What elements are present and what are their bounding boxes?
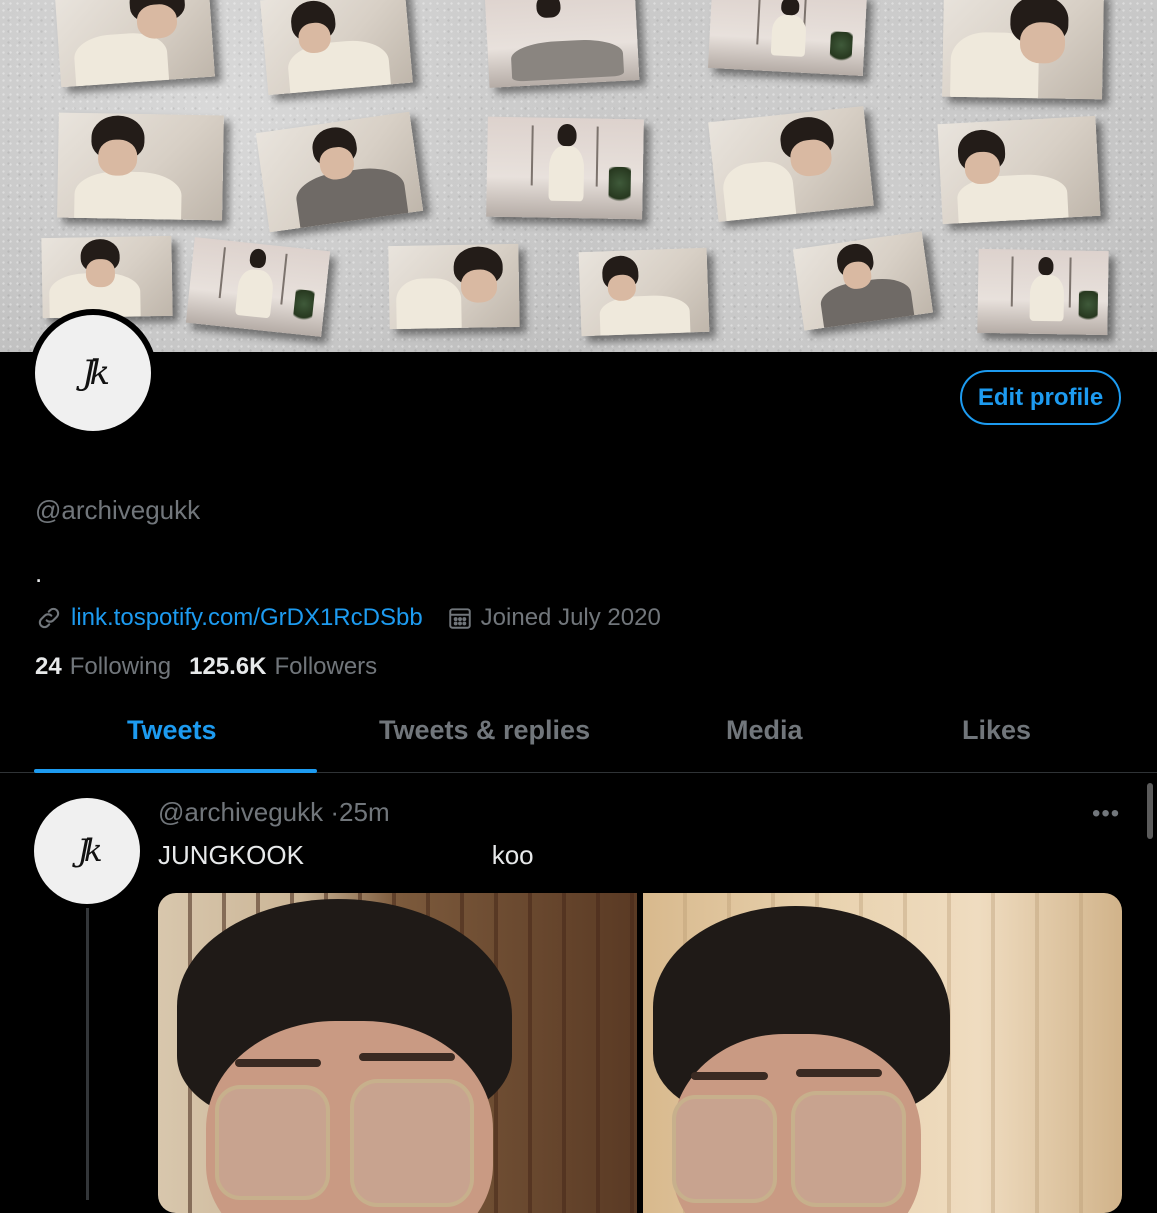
tweet-text: JUNGKOOK koo [158,840,534,870]
profile-bio: . [35,558,43,588]
followers-link[interactable]: 125.6K Followers [189,653,377,681]
tweet-header: @archivegukk ·25m [158,797,390,828]
banner-photo [578,247,710,337]
profile-meta: link.tospotify.com/GrDX1RcDSbb Joined Ju… [35,601,661,635]
banner-photo [937,115,1101,225]
profile-handle: @archivegukk [35,495,201,525]
profile-link[interactable]: link.tospotify.com/GrDX1RcDSbb [71,604,423,632]
banner-photo [942,0,1104,100]
tab-tweets-replies[interactable]: Tweets & replies [379,715,590,746]
tab-media[interactable]: Media [726,715,803,746]
following-label: Following [69,653,172,680]
banner-photo [185,237,331,337]
thread-line [86,908,89,1200]
banner-photo [55,0,215,88]
edit-profile-button[interactable]: Edit profile [960,370,1121,425]
banner-photo [255,111,424,233]
tweet-image[interactable] [158,893,637,1213]
following-count: 24 [35,653,62,680]
avatar-logo: Jk [81,353,110,393]
more-icon[interactable]: ••• [1092,800,1120,828]
link-icon [38,607,60,629]
tweet-separator: · [330,797,340,827]
banner-photo [977,248,1109,336]
tweet-avatar[interactable]: Jk [34,798,140,904]
followers-label: Followers [274,653,378,680]
tab-tweets[interactable]: Tweets [127,715,217,746]
banner-photo [41,235,173,319]
scrollbar[interactable] [1147,783,1153,839]
tweet-handle[interactable]: @archivegukk [158,797,323,827]
banner-photo [57,112,224,221]
banner-photo [388,243,520,330]
avatar-image: Jk [35,315,151,431]
profile-banner[interactable] [0,0,1157,352]
following-link[interactable]: 24 Following [35,653,171,681]
banner-photo [260,0,413,96]
tweet-image[interactable] [643,893,1122,1213]
active-tab-indicator [34,769,317,773]
profile-stats: 24 Following 125.6K Followers [35,653,377,681]
banner-photo [486,116,644,220]
joined-date: Joined July 2020 [480,604,661,631]
avatar-logo: Jk [77,833,102,869]
banner-photo [484,0,640,88]
tweet-time[interactable]: 25m [339,797,390,827]
profile-tabs: Tweets Tweets & replies Media Likes [0,705,1157,773]
tab-likes[interactable]: Likes [962,715,1031,746]
banner-photo [708,106,874,222]
tweet-media[interactable] [158,893,1122,1213]
profile-avatar[interactable]: Jk [29,309,157,437]
followers-count: 125.6K [189,653,267,680]
calendar-icon [448,608,471,629]
banner-photo [707,0,868,76]
banner-photo [792,231,934,331]
